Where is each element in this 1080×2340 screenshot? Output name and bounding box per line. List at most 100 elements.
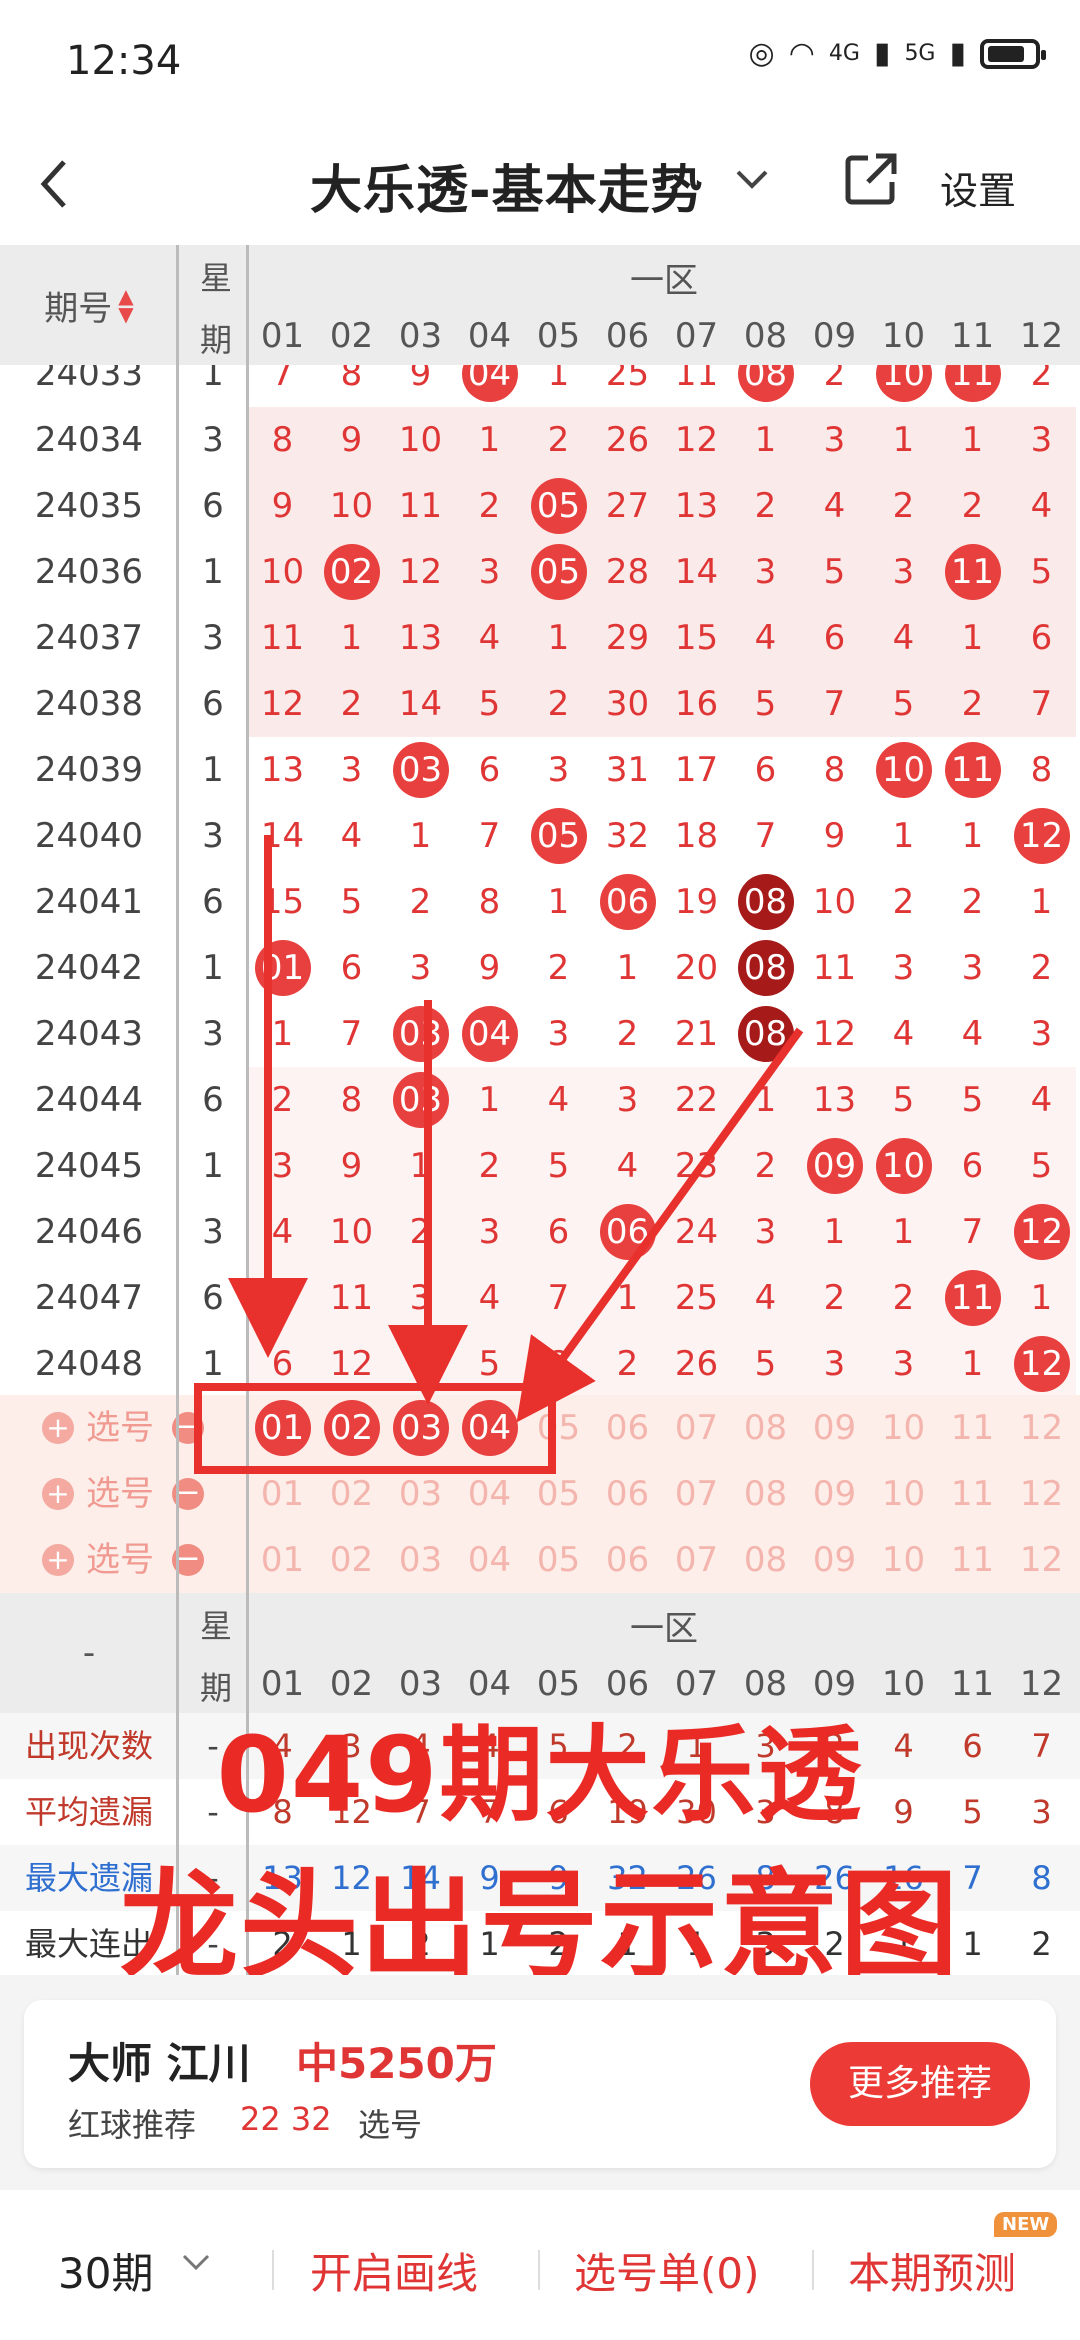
table-cell[interactable]: 13 [800,1067,869,1133]
draw-lines-button[interactable]: 开启画线 [310,2240,478,2301]
table-cell[interactable]: 13 [662,473,731,539]
pick-cell[interactable]: 06 [593,1461,662,1527]
table-cell[interactable]: 6 [455,737,524,803]
table-cell[interactable]: 5 [455,1331,524,1395]
table-cell[interactable]: 2 [317,671,386,737]
table-cell[interactable]: 3 [800,407,869,473]
table-cell[interactable]: 26 [662,1331,731,1395]
table-cell[interactable]: 08 [731,869,800,935]
table-cell[interactable]: 12 [1007,1331,1076,1395]
table-cell[interactable]: 01 [248,935,317,1001]
table-cell[interactable]: 13 [386,605,455,671]
table-cell[interactable]: 11 [938,737,1007,803]
table-cell[interactable]: 3 [938,935,1007,1001]
pick-cell[interactable]: 03 [386,1461,455,1527]
table-cell[interactable]: 2 [524,935,593,1001]
pick-cell[interactable]: 08 [731,1461,800,1527]
pick-cell[interactable]: 06 [593,1527,662,1593]
table-cell[interactable]: 25 [662,1265,731,1331]
table-cell[interactable]: 2 [938,671,1007,737]
predict-button[interactable]: 本期预测 [848,2240,1016,2301]
pick-cell[interactable]: 03 [386,1395,455,1461]
share-icon[interactable] [842,150,900,208]
table-cell[interactable]: 7 [1007,671,1076,737]
table-cell[interactable]: 27 [593,473,662,539]
table-cell[interactable]: 3 [248,1133,317,1199]
table-cell[interactable]: 2 [800,365,869,407]
table-cell[interactable]: 1 [869,407,938,473]
table-cell[interactable]: 2 [593,1331,662,1395]
table-cell[interactable]: 2 [869,1265,938,1331]
table-cell[interactable]: 17 [662,737,731,803]
table-cell[interactable]: 1 [524,605,593,671]
table-cell[interactable]: 10 [317,473,386,539]
table-cell[interactable]: 10 [869,365,938,407]
table-cell[interactable]: 30 [593,671,662,737]
table-cell[interactable]: 25 [593,365,662,407]
pick-cell[interactable]: 12 [1007,1395,1076,1461]
table-cell[interactable]: 1 [455,1067,524,1133]
table-cell[interactable]: 1 [1007,869,1076,935]
table-cell[interactable]: 08 [731,1001,800,1067]
pick-cell[interactable]: 02 [317,1461,386,1527]
table-cell[interactable]: 1 [386,803,455,869]
table-cell[interactable]: 8 [1007,737,1076,803]
table-cell[interactable]: 9 [317,407,386,473]
table-cell[interactable]: 10 [248,539,317,605]
table-cell[interactable]: 1 [386,1133,455,1199]
pick-cell[interactable]: 10 [869,1395,938,1461]
table-cell[interactable]: 09 [800,1133,869,1199]
table-cell[interactable]: 1 [800,1199,869,1265]
table-cell[interactable]: 3 [524,1001,593,1067]
table-cell[interactable]: 4 [455,1265,524,1331]
table-cell[interactable]: 11 [662,365,731,407]
pick-cell[interactable]: 10 [869,1461,938,1527]
table-cell[interactable]: 3 [524,737,593,803]
pick-cell[interactable]: 04 [455,1527,524,1593]
chevron-down-icon[interactable] [732,158,772,207]
table-cell[interactable]: 5 [524,1133,593,1199]
table-cell[interactable]: 05 [524,539,593,605]
table-cell[interactable]: 11 [248,605,317,671]
table-cell[interactable]: 7 [938,1199,1007,1265]
table-cell[interactable]: 6 [800,605,869,671]
table-cell[interactable]: 5 [455,671,524,737]
pick-label[interactable]: 选号 [86,1395,154,1461]
table-cell[interactable]: 7 [317,1001,386,1067]
table-cell[interactable]: 9 [386,365,455,407]
table-cell[interactable]: 19 [662,869,731,935]
table-cell[interactable]: 11 [317,1265,386,1331]
pick-cell[interactable]: 09 [800,1395,869,1461]
table-cell[interactable]: 10 [386,407,455,473]
issue-column-header[interactable]: 期号 ▲ ▼ [0,245,178,365]
pick-cell[interactable]: 11 [938,1527,1007,1593]
table-cell[interactable]: 4 [731,605,800,671]
table-cell[interactable]: 13 [248,737,317,803]
table-cell[interactable]: 4 [524,1067,593,1133]
table-cell[interactable]: 3 [869,1331,938,1395]
table-cell[interactable]: 8 [524,1331,593,1395]
table-cell[interactable]: 11 [938,539,1007,605]
table-cell[interactable]: 4 [1007,473,1076,539]
pick-cell[interactable]: 01 [248,1461,317,1527]
table-cell[interactable]: 8 [800,737,869,803]
table-cell[interactable]: 4 [1007,1067,1076,1133]
sort-icon[interactable]: ▲ ▼ [118,286,133,324]
table-cell[interactable]: 4 [869,1001,938,1067]
table-cell[interactable]: 5 [731,671,800,737]
table-cell[interactable]: 20 [662,935,731,1001]
table-cell[interactable]: 4 [938,1001,1007,1067]
table-cell[interactable]: 14 [386,671,455,737]
table-cell[interactable]: 2 [1007,365,1076,407]
table-cell[interactable]: 3 [317,737,386,803]
table-cell[interactable]: 2 [455,1133,524,1199]
table-cell[interactable]: 12 [1007,803,1076,869]
table-cell[interactable]: 8 [317,1067,386,1133]
pick-cell[interactable]: 02 [317,1395,386,1461]
table-cell[interactable]: 10 [869,1133,938,1199]
table-cell[interactable]: 31 [593,737,662,803]
table-cell[interactable]: 28 [593,539,662,605]
table-cell[interactable]: 21 [662,1001,731,1067]
table-cell[interactable]: 2 [524,671,593,737]
table-cell[interactable]: 04 [455,365,524,407]
